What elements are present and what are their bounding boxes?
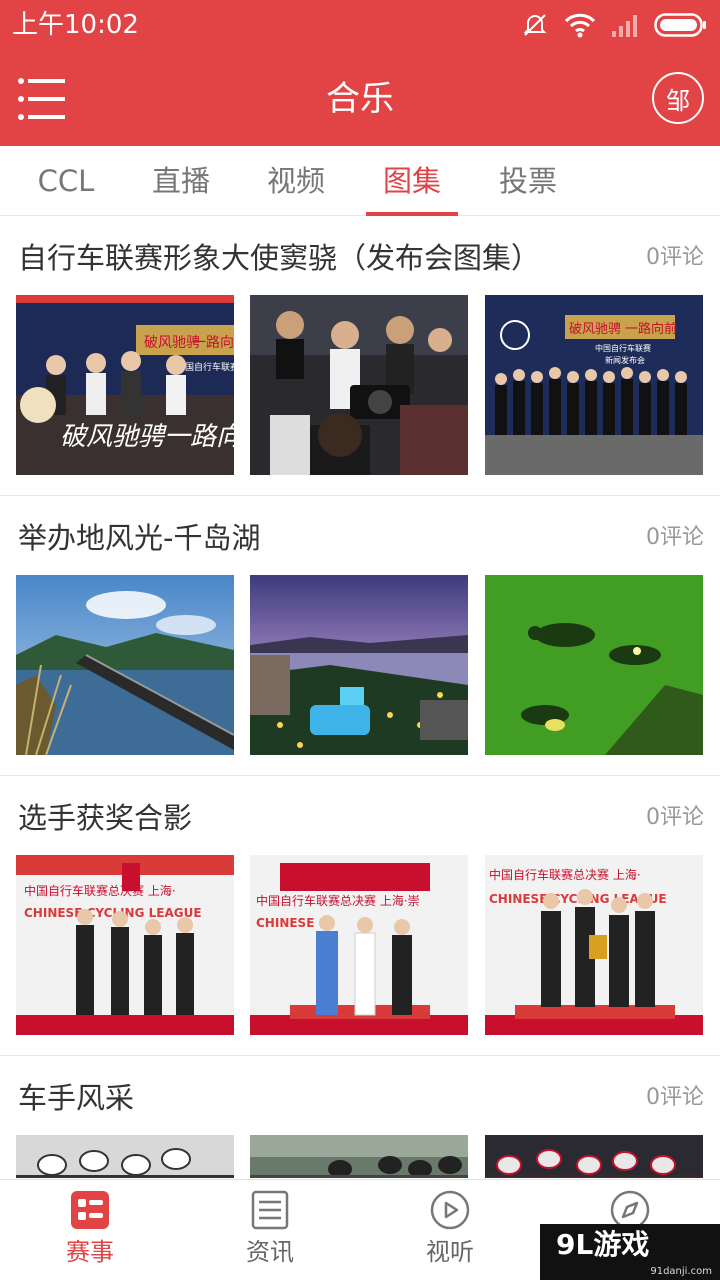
- comment-count: 0评论: [646, 805, 704, 830]
- status-icons: [520, 10, 708, 40]
- comment-count: 0评论: [646, 525, 704, 550]
- tab-video[interactable]: 视频: [250, 146, 342, 216]
- photo-caption: 新闻发布会: [605, 355, 645, 365]
- play-icon: [430, 1190, 470, 1230]
- nav-label: 赛事: [66, 1238, 114, 1266]
- signal-icon: [612, 15, 637, 37]
- gallery-title: 选手获奖合影: [18, 801, 193, 835]
- tab-live[interactable]: 直播: [135, 146, 227, 216]
- watermark-logo: 9L游戏: [556, 1228, 650, 1261]
- battery-icon: [654, 13, 706, 37]
- nav-news[interactable]: 资讯: [180, 1180, 360, 1280]
- tab-bar: CCL 直播 视频 图集 投票: [0, 146, 720, 216]
- gallery-photo[interactable]: [16, 1135, 234, 1178]
- gallery-photo[interactable]: 破风驰骋 一路向前 中国自行车联赛 新闻发布会: [485, 295, 703, 475]
- nav-events[interactable]: 赛事: [0, 1180, 180, 1280]
- photo-caption: 中国自行车联赛总决赛 上海·崇: [256, 893, 420, 908]
- gallery-photo[interactable]: [485, 1135, 703, 1178]
- photo-caption: 中国自行车联赛总决赛 上海·: [489, 867, 641, 882]
- status-bar: 上午10:02: [0, 0, 720, 50]
- menu-button[interactable]: [18, 78, 66, 120]
- gallery-title: 自行车联赛形象大使窦骁（发布会图集）: [18, 241, 541, 275]
- gallery-list: 自行车联赛形象大使窦骁（发布会图集） 0评论 破风驰骋 一路向前 中国自行车联赛…: [0, 216, 720, 1178]
- wifi-icon: [564, 13, 596, 38]
- app-title: 合乐: [326, 79, 394, 119]
- gallery-title: 车手风采: [18, 1081, 135, 1115]
- gallery-item[interactable]: 选手获奖合影 0评论 中国自行车联赛总决赛 上海· CHINESE CYCLIN…: [0, 776, 720, 1056]
- gallery-title: 举办地风光-千岛湖: [18, 521, 261, 555]
- gallery-photo[interactable]: [250, 295, 468, 475]
- nav-media[interactable]: 视听: [360, 1180, 540, 1280]
- photo-caption: 中国自行车联赛: [595, 343, 651, 353]
- comment-count: 0评论: [646, 1085, 704, 1110]
- comment-count: 0评论: [646, 245, 704, 270]
- gallery-photo[interactable]: 中国自行车联赛总决赛 上海·崇 CHINESE: [250, 855, 468, 1035]
- menu-icon: [18, 78, 65, 120]
- tab-vote[interactable]: 投票: [482, 146, 574, 216]
- photo-caption: 一路向前: [192, 334, 234, 351]
- gallery-item[interactable]: 车手风采 0评论: [0, 1056, 720, 1178]
- gallery-photo[interactable]: [250, 1135, 468, 1178]
- gallery-photo[interactable]: 中国自行车联赛总决赛 上海· CHINESE CYCLING LEAGUE: [16, 855, 234, 1035]
- nav-label: 资讯: [246, 1238, 294, 1266]
- gallery-item[interactable]: 自行车联赛形象大使窦骁（发布会图集） 0评论 破风驰骋 一路向前 中国自行车联赛…: [0, 216, 720, 496]
- news-icon: [251, 1190, 289, 1230]
- gallery-item[interactable]: 举办地风光-千岛湖 0评论: [0, 496, 720, 776]
- photo-caption: 一路向前: [625, 321, 677, 337]
- app-header: 合乐 邹: [0, 50, 720, 146]
- watermark: 9L游戏 91danji.com: [540, 1224, 720, 1280]
- user-badge-button[interactable]: 邹: [652, 72, 704, 124]
- gallery-photo[interactable]: 破风驰骋 一路向前 中国自行车联赛 破风驰骋一路向前: [16, 295, 234, 475]
- user-badge-text: 邹: [666, 86, 690, 115]
- nav-label: 视听: [426, 1238, 474, 1266]
- photo-caption: 中国自行车联赛总决赛 上海·: [24, 883, 176, 898]
- tab-gallery[interactable]: 图集: [366, 146, 458, 216]
- gallery-photo[interactable]: [16, 575, 234, 755]
- events-icon: [71, 1191, 109, 1229]
- tab-ccl[interactable]: CCL: [20, 146, 112, 216]
- watermark-url: 91danji.com: [650, 1266, 712, 1277]
- photo-caption: 破风驰骋: [569, 322, 621, 337]
- gallery-photo[interactable]: 中国自行车联赛总决赛 上海· CHINESE CYCLING LEAGUE: [485, 855, 703, 1035]
- status-time: 上午10:02: [12, 10, 139, 40]
- gallery-photo[interactable]: [485, 575, 703, 755]
- photo-caption: 破风驰骋一路向前: [60, 422, 234, 452]
- mute-icon: [523, 14, 547, 36]
- gallery-photo[interactable]: [250, 575, 468, 755]
- photo-caption: CHINESE: [256, 916, 314, 930]
